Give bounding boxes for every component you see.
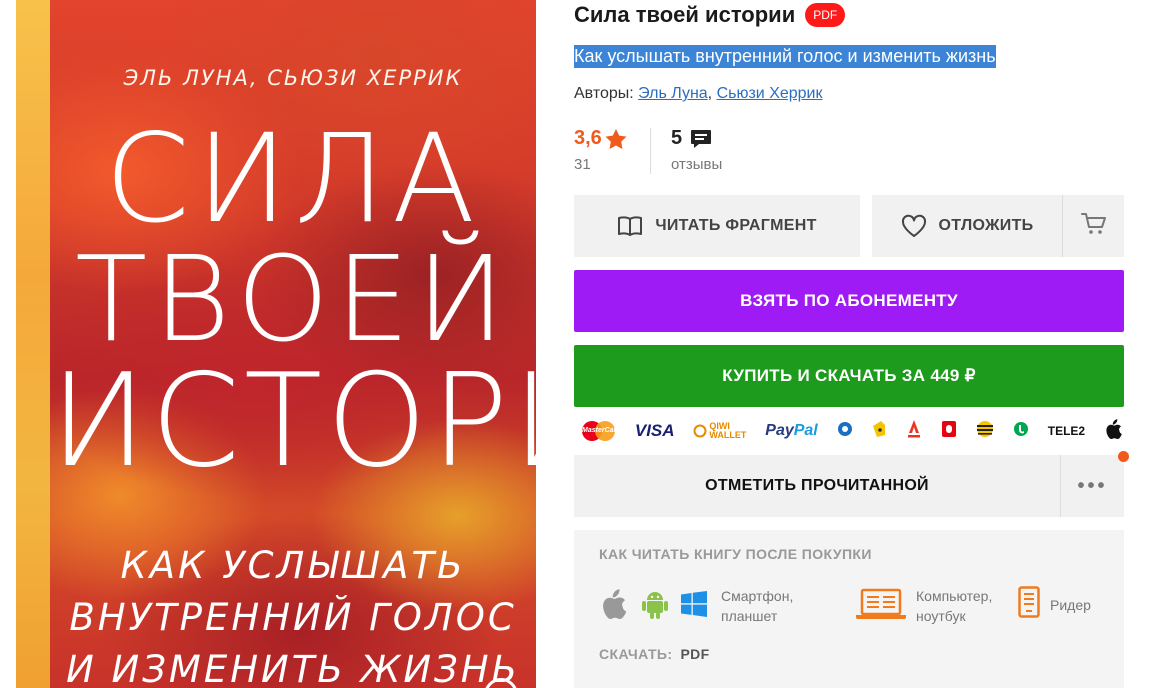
download-label: СКАЧАТЬ:	[599, 646, 673, 662]
rating-block[interactable]: 3,6 31	[574, 127, 627, 173]
mobile-label-line: Смартфон,	[721, 588, 794, 604]
book-title: Сила твоей истории	[574, 2, 796, 27]
buy-download-button[interactable]: КУПИТЬ И СКАЧАТЬ ЗА 449 ₽	[574, 345, 1124, 407]
reader-label: Ридер	[1050, 596, 1091, 613]
postpone-button[interactable]: ОТЛОЖИТЬ	[872, 195, 1062, 257]
subscribe-button[interactable]: ВЗЯТЬ ПО АБОНЕМЕНТУ	[574, 270, 1124, 332]
read-fragment-button[interactable]: ЧИТАТЬ ФРАГМЕНТ	[574, 195, 860, 257]
authors-separator: ,	[707, 85, 713, 102]
mark-as-read-button[interactable]: ОТМЕТИТЬ ПРОЧИТАННОЙ	[574, 455, 1060, 517]
megafon-icon	[1013, 421, 1029, 442]
title-row: Сила твоей истории PDF	[574, 2, 846, 28]
reviews-label: отзывы	[671, 156, 723, 173]
cover-subtitle-line: ВНУТРЕННИЙ ГОЛОС	[69, 596, 517, 639]
platform-mobile[interactable]: Смартфон, планшет	[599, 586, 793, 626]
download-row: СКАЧАТЬ: PDF	[599, 646, 710, 662]
format-badge: PDF	[805, 3, 846, 27]
author-link[interactable]: Эль Луна	[638, 85, 708, 102]
reviews-block[interactable]: 5 отзывы	[671, 127, 722, 173]
how-to-read-panel: КАК ЧИТАТЬ КНИГУ ПОСЛЕ ПОКУПКИ Смартфон,…	[574, 530, 1124, 688]
book-open-icon	[617, 215, 643, 237]
heart-icon	[901, 214, 927, 238]
ereader-icon	[1018, 586, 1040, 623]
beeline-icon	[976, 420, 994, 443]
cover-spine	[16, 0, 50, 688]
comment-icon	[691, 129, 712, 148]
qiwi-logo: QIWI WALLET	[693, 422, 746, 440]
cover-title-line: ТВОЕЙ	[75, 230, 511, 368]
paypal-label-a: Pay	[765, 422, 794, 439]
divider	[650, 128, 651, 174]
android-icon	[641, 589, 669, 624]
mastercard-label: MasterCard	[582, 427, 621, 434]
apple-icon	[599, 588, 627, 624]
mts-icon	[941, 420, 957, 443]
cart-icon	[1080, 212, 1107, 241]
more-options-button[interactable]: •••	[1060, 455, 1124, 517]
rating-value-row: 3,6	[574, 127, 627, 150]
laptop-icon	[856, 588, 906, 625]
cover-title-line: ИСТОРИИ	[50, 347, 536, 496]
payment-methods: MasterCard VISA QIWI WALLET Pay Pal TELE…	[582, 418, 1122, 444]
cover-subtitle: КАК УСЛЫШАТЬ ВНУТРЕННИЙ ГОЛОС И ИЗМЕНИТЬ…	[50, 540, 536, 688]
reviews-count: 5	[671, 127, 683, 149]
mobile-label-line: планшет	[721, 608, 778, 624]
cover-authors: ЭЛЬ ЛУНА, СЬЮЗИ ХЕРРИК	[123, 66, 463, 90]
authors-line: Авторы: Эль Луна, Сьюзи Херрик	[574, 85, 823, 103]
qiwi-wallet-label: WALLET	[709, 430, 747, 440]
desktop-label-line: ноутбук	[916, 608, 966, 624]
mobile-label: Смартфон, планшет	[721, 586, 793, 626]
author-link[interactable]: Сьюзи Херрик	[717, 85, 823, 102]
cover-title: СИЛА ТВОЕЙ ИСТОРИИ	[50, 118, 536, 486]
star-icon	[605, 128, 627, 149]
platform-desktop[interactable]: Компьютер, ноутбук	[856, 586, 992, 626]
cover-subtitle-line: И ИЗМЕНИТЬ ЖИЗНЬ	[66, 648, 520, 688]
alfa-bank-icon	[906, 419, 922, 444]
how-to-read-title: КАК ЧИТАТЬ КНИГУ ПОСЛЕ ПОКУПКИ	[599, 546, 872, 562]
read-fragment-label: ЧИТАТЬ ФРАГМЕНТ	[655, 217, 817, 234]
yandex-money-icon	[871, 420, 887, 443]
authors-label: Авторы:	[574, 85, 634, 102]
visa-logo: VISA	[634, 421, 675, 440]
cart-button[interactable]	[1062, 195, 1124, 257]
tele2-logo: TELE2	[1047, 424, 1086, 438]
book-cover[interactable]: ЭЛЬ ЛУНА, СЬЮЗИ ХЕРРИК СИЛА ТВОЕЙ ИСТОРИ…	[16, 0, 536, 688]
rating-value: 3,6	[574, 127, 602, 149]
book-subtitle: Как услышать внутренний голос и изменить…	[574, 45, 996, 68]
apple-pay-icon	[1104, 418, 1122, 444]
desktop-label: Компьютер, ноутбук	[916, 586, 992, 626]
download-format-link[interactable]: PDF	[680, 646, 709, 662]
cover-title-line: СИЛА	[104, 108, 482, 250]
postpone-label: ОТЛОЖИТЬ	[938, 217, 1034, 234]
paypal-logo: Pay Pal	[765, 422, 817, 440]
reviews-value-row: 5	[671, 127, 722, 150]
notification-dot	[1118, 451, 1129, 462]
platform-reader[interactable]: Ридер	[1018, 586, 1091, 623]
paypal-label-b: Pal	[793, 422, 818, 439]
mastercard-icon: MasterCard	[582, 421, 621, 441]
rating-count: 31	[574, 156, 591, 173]
cover-subtitle-line: КАК УСЛЫШАТЬ	[120, 544, 466, 587]
desktop-label-line: Компьютер,	[916, 588, 993, 604]
webmoney-icon	[837, 421, 853, 442]
windows-icon	[681, 590, 707, 622]
